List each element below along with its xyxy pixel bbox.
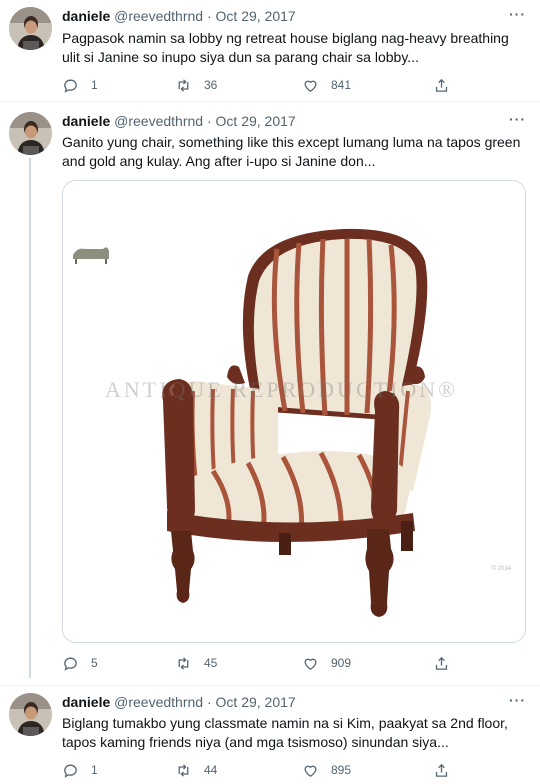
tweet-3[interactable]: daniele @reevedthrnd · Oct 29, 2017 ··· … (0, 686, 540, 784)
reply-icon (64, 657, 77, 671)
tweet-text: Biglang tumakbo yung classmate namin na … (62, 715, 508, 750)
share-button[interactable] (433, 760, 450, 780)
armchair-photo (63, 181, 525, 642)
more-icon[interactable]: ··· (509, 692, 526, 708)
author-handle[interactable]: @reevedthrnd (114, 694, 203, 710)
author-handle[interactable]: @reevedthrnd (114, 113, 203, 129)
retweet-count: 45 (204, 656, 218, 670)
tweet-header: daniele @reevedthrnd · Oct 29, 2017 (62, 694, 296, 710)
retweet-button[interactable]: 45 (175, 653, 217, 673)
author-name[interactable]: daniele (62, 694, 110, 710)
retweet-icon (178, 78, 189, 92)
reply-button[interactable]: 5 (62, 653, 98, 673)
image-watermark: ANTIQUE REPRODUCTION® (105, 377, 458, 402)
reply-icon (64, 764, 77, 778)
like-button[interactable]: 909 (302, 653, 351, 673)
thread-line (29, 158, 31, 678)
avatar[interactable] (9, 7, 52, 50)
image-copyright: © 2014 (491, 566, 511, 572)
tweet-1[interactable]: daniele @reevedthrnd · Oct 29, 2017 ··· … (0, 0, 540, 101)
tweet-text: Ganito yung chair, something like this e… (62, 134, 521, 169)
like-count: 909 (331, 656, 352, 670)
like-button[interactable]: 841 (302, 75, 351, 95)
author-name[interactable]: daniele (62, 113, 110, 129)
reply-count: 1 (91, 763, 98, 777)
retweet-button[interactable]: 44 (175, 760, 217, 780)
avatar[interactable] (9, 693, 52, 736)
tweet-actions: 5 45 909 (62, 653, 462, 673)
more-icon[interactable]: ··· (509, 111, 526, 127)
reply-button[interactable]: 1 (62, 75, 98, 95)
author-handle[interactable]: @reevedthrnd (114, 8, 203, 24)
separator-dot: · (206, 113, 212, 129)
tweet-image[interactable]: ANTIQUE REPRODUCTION® © 2014 (62, 180, 526, 643)
tweet-header: daniele @reevedthrnd · Oct 29, 2017 (62, 8, 296, 24)
avatar[interactable] (9, 112, 52, 155)
tweet-actions: 1 36 841 (62, 75, 462, 95)
retweet-icon (178, 656, 189, 670)
tweet-date[interactable]: Oct 29, 2017 (216, 694, 296, 710)
tweet-text: Pagpasok namin sa lobby ng retreat house… (62, 30, 509, 65)
more-icon[interactable]: ··· (509, 6, 526, 22)
avatar-image (9, 693, 52, 736)
separator-dot: · (206, 8, 212, 24)
tweet-header: daniele @reevedthrnd · Oct 29, 2017 (62, 113, 296, 129)
tweet-date[interactable]: Oct 29, 2017 (216, 113, 296, 129)
like-button[interactable]: 895 (302, 760, 351, 780)
share-button[interactable] (433, 75, 450, 95)
like-icon (304, 80, 317, 92)
tweet-actions: 1 44 895 (62, 760, 462, 780)
reply-count: 5 (91, 656, 98, 670)
tweet-2[interactable]: daniele @reevedthrnd · Oct 29, 2017 ··· … (0, 102, 540, 685)
share-icon (435, 656, 448, 670)
retweet-count: 44 (204, 763, 218, 777)
share-button[interactable] (433, 653, 450, 673)
reply-button[interactable]: 1 (62, 760, 98, 780)
avatar-image (9, 7, 52, 50)
retweet-icon (178, 763, 189, 777)
reply-count: 1 (91, 78, 98, 92)
reply-icon (64, 79, 77, 93)
author-name[interactable]: daniele (62, 8, 110, 24)
retweet-count: 36 (204, 78, 218, 92)
retweet-button[interactable]: 36 (175, 75, 217, 95)
like-count: 841 (331, 78, 352, 92)
share-icon (435, 78, 448, 92)
separator-dot: · (206, 694, 212, 710)
tweet-date[interactable]: Oct 29, 2017 (216, 8, 296, 24)
share-icon (435, 763, 448, 777)
like-icon (304, 765, 317, 777)
like-icon (304, 658, 317, 670)
avatar-image (9, 112, 52, 155)
like-count: 895 (331, 763, 352, 777)
